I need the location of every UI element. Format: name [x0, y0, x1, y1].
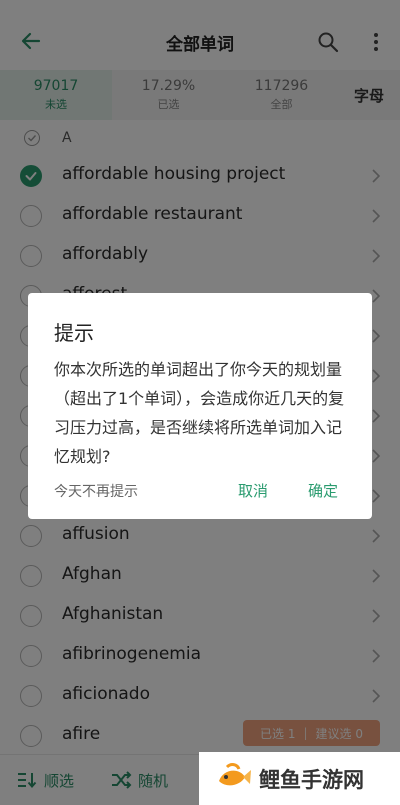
- site-watermark: 鲤鱼手游网: [199, 752, 400, 805]
- confirm-button[interactable]: 确定: [308, 480, 338, 501]
- watermark-text: 鲤鱼手游网: [259, 767, 364, 792]
- dialog-title: 提示: [54, 321, 94, 345]
- app-screen: 全部单词 97017 未选 17.29% 已选 117296 全部: [0, 0, 400, 805]
- carp-fish-icon: [219, 762, 251, 785]
- dialog-message: 你本次所选的单词超出了你今天的规划量（超出了1个单词），会造成你近几天的复习压力…: [54, 360, 345, 466]
- confirm-dialog: 提示 你本次所选的单词超出了你今天的规划量（超出了1个单词），会造成你近几天的复…: [28, 293, 372, 519]
- dont-remind-today-button[interactable]: 今天不再提示: [54, 481, 138, 501]
- cancel-button[interactable]: 取消: [238, 480, 268, 501]
